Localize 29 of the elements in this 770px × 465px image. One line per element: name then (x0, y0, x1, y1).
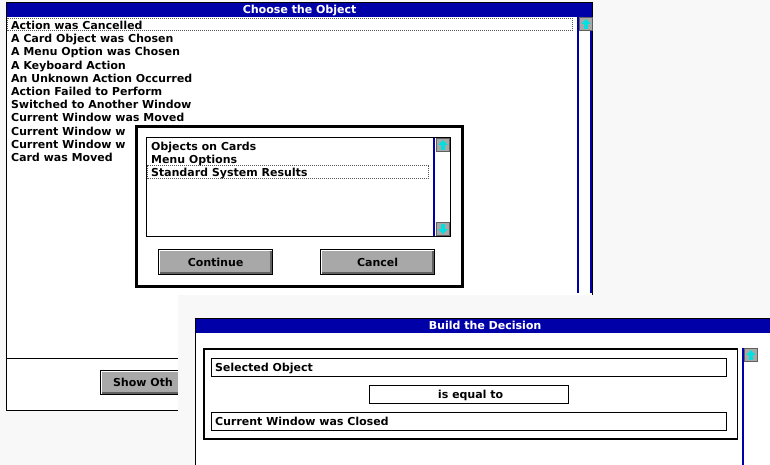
scroll-down-arrow-icon[interactable] (436, 222, 450, 236)
scrollbar[interactable] (742, 348, 758, 465)
list-box[interactable]: Objects on Cards Menu Options Standard System Results (146, 137, 451, 237)
scroll-up-arrow-icon[interactable] (744, 348, 758, 362)
scrollbar[interactable] (577, 17, 592, 293)
list-item[interactable]: Card was Moved (7, 150, 114, 164)
list-item[interactable]: Current Window w (7, 124, 126, 137)
list-item[interactable]: Menu Options (147, 152, 238, 166)
list-item[interactable]: Standard System Results (147, 165, 429, 179)
text-field[interactable]: is equal to (369, 385, 569, 404)
list-item[interactable]: A Card Object was Chosen (7, 31, 174, 44)
list-item[interactable]: Current Window was Moved (7, 110, 186, 124)
window-title: Choose the Object (7, 3, 592, 17)
list-item[interactable]: Switched to Another Window (7, 97, 192, 110)
scrollbar[interactable] (433, 138, 450, 236)
list-item[interactable]: Current Window w (7, 136, 126, 150)
scroll-up-arrow-icon[interactable] (436, 138, 450, 152)
list-item[interactable]: Action was Cancelled (7, 18, 573, 32)
button[interactable]: Continue (158, 249, 273, 275)
list-item[interactable]: An Unknown Action Occurred (7, 70, 194, 84)
text-field[interactable]: Current Window was Closed (211, 412, 727, 431)
list-item[interactable]: Objects on Cards (147, 139, 258, 152)
list-item[interactable]: Action Failed to Perform (7, 84, 164, 98)
list-item[interactable]: A Keyboard Action (7, 58, 127, 71)
button[interactable]: Cancel (320, 249, 435, 275)
text-field[interactable]: Selected Object (211, 358, 727, 377)
window-title: Build the Decision (196, 319, 770, 333)
list-item[interactable]: A Menu Option was Chosen (7, 44, 181, 58)
scroll-up-arrow-icon[interactable] (579, 17, 593, 31)
